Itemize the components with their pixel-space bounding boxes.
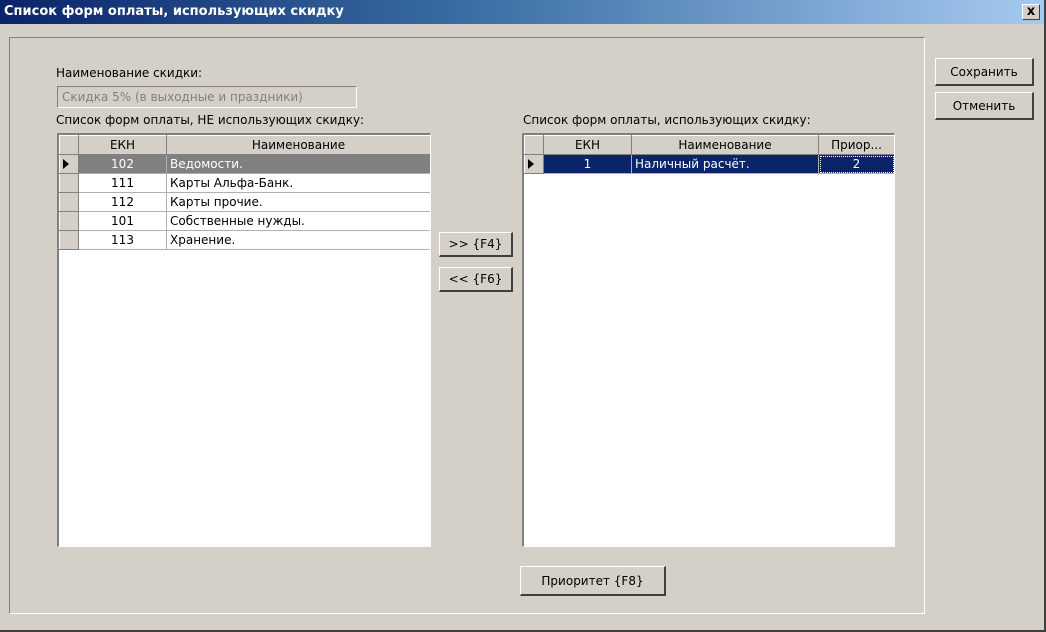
cell-ekn[interactable]: 102 xyxy=(78,154,167,174)
current-row-arrow-icon xyxy=(63,159,69,169)
column-header-priority[interactable]: Приор... xyxy=(818,135,894,155)
right-list-grid[interactable]: ЕКН Наименование Приор... 1 Наличный расч… xyxy=(522,133,895,547)
cell-name[interactable]: Собственные нужды. xyxy=(166,211,430,231)
cell-name[interactable]: Наличный расчёт. xyxy=(631,154,819,174)
cell-name[interactable]: Хранение. xyxy=(166,230,430,250)
save-button[interactable]: Сохранить xyxy=(935,58,1034,86)
row-indicator[interactable] xyxy=(59,230,79,250)
cell-ekn[interactable]: 111 xyxy=(78,173,167,193)
cell-ekn[interactable]: 101 xyxy=(78,211,167,231)
column-header-ekn[interactable]: ЕКН xyxy=(543,135,632,155)
row-indicator[interactable] xyxy=(524,154,544,174)
grid-header-indicator xyxy=(59,135,79,155)
move-right-button[interactable]: >> {F4} xyxy=(439,232,513,257)
window-title: Список форм оплаты, использующих скидку xyxy=(4,4,344,19)
cell-name[interactable]: Карты Альфа-Банк. xyxy=(166,173,430,193)
cancel-button[interactable]: Отменить xyxy=(935,92,1034,120)
table-row[interactable]: 113 Хранение. xyxy=(59,230,430,250)
dialog-window: Список форм оплаты, использующих скидку … xyxy=(0,0,1046,632)
priority-button[interactable]: Приоритет {F8} xyxy=(520,566,666,596)
left-list-grid[interactable]: ЕКН Наименование 102 Ведомости. 111 Карты А… xyxy=(57,133,431,547)
close-button[interactable]: x xyxy=(1022,4,1040,20)
row-indicator[interactable] xyxy=(59,192,79,212)
table-row[interactable]: 101 Собственные нужды. xyxy=(59,211,430,231)
table-row[interactable]: 102 Ведомости. xyxy=(59,154,430,174)
column-header-ekn[interactable]: ЕКН xyxy=(78,135,167,155)
row-indicator[interactable] xyxy=(59,173,79,193)
left-list-label: Список форм оплаты, НЕ использующих скид… xyxy=(56,113,365,127)
row-indicator[interactable] xyxy=(59,211,79,231)
column-header-name[interactable]: Наименование xyxy=(166,135,430,155)
table-row[interactable]: 112 Карты прочие. xyxy=(59,192,430,212)
cell-name[interactable]: Ведомости. xyxy=(166,154,430,174)
column-header-name[interactable]: Наименование xyxy=(631,135,819,155)
title-bar[interactable]: Список форм оплаты, использующих скидку … xyxy=(0,0,1044,24)
table-row[interactable]: 111 Карты Альфа-Банк. xyxy=(59,173,430,193)
row-indicator[interactable] xyxy=(59,154,79,174)
cell-priority[interactable]: 2 xyxy=(818,154,894,174)
cell-ekn[interactable]: 113 xyxy=(78,230,167,250)
table-row[interactable]: 1 Наличный расчёт. 2 xyxy=(524,154,894,174)
current-row-arrow-icon xyxy=(528,159,534,169)
discount-name-label: Наименование скидки: xyxy=(56,66,203,80)
grid-header-indicator xyxy=(524,135,544,155)
discount-name-field[interactable]: Скидка 5% (в выходные и праздники) xyxy=(57,86,357,108)
move-left-button[interactable]: << {F6} xyxy=(439,267,513,292)
cell-name[interactable]: Карты прочие. xyxy=(166,192,430,212)
cell-ekn[interactable]: 112 xyxy=(78,192,167,212)
cell-ekn[interactable]: 1 xyxy=(543,154,632,174)
right-list-label: Список форм оплаты, использующих скидку: xyxy=(523,113,811,127)
close-icon: x xyxy=(1026,4,1036,19)
